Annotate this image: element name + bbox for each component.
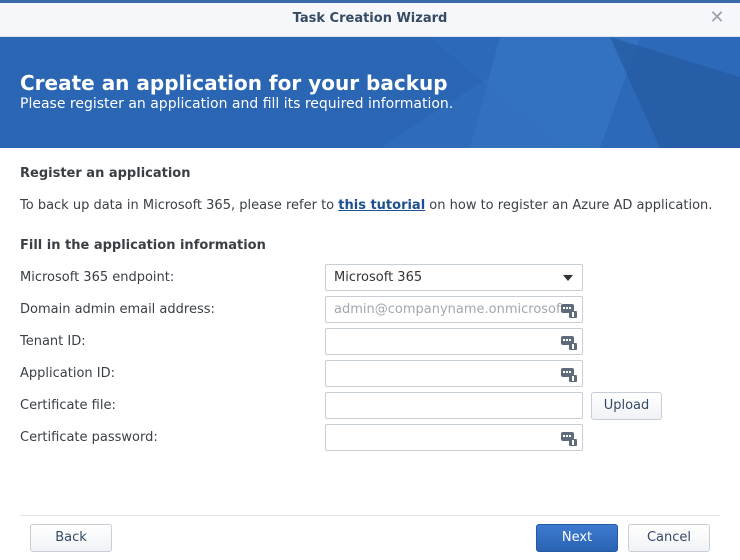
chevron-down-icon[interactable] [563,275,573,281]
certificate-password-label: Certificate password: [20,430,158,445]
banner-subtitle: Please register an application and fill … [20,96,454,112]
register-text-after: on how to register an Azure AD applicati… [425,198,713,213]
application-id-label: Application ID: [20,366,115,381]
back-button[interactable]: Back [30,524,112,552]
certificate-file-label: Certificate file: [20,398,116,413]
header-banner: Create an application for your backup Pl… [0,37,740,148]
upload-button[interactable]: Upload [591,392,662,420]
certificate-file-field[interactable] [325,392,583,419]
password-keyboard-icon[interactable] [561,334,577,350]
register-text-before: To back up data in Microsoft 365, please… [20,198,339,213]
form-heading: Fill in the application information [20,238,266,253]
endpoint-label: Microsoft 365 endpoint: [20,270,175,285]
email-field[interactable]: admin@companyname.onmicrosoft.com [325,296,583,323]
window-title: Task Creation Wizard [292,11,448,26]
banner-title: Create an application for your backup [20,71,448,95]
tenant-label: Tenant ID: [20,334,86,349]
certificate-password-field[interactable] [325,424,583,451]
register-heading: Register an application [20,166,191,181]
email-label: Domain admin email address: [20,302,215,317]
tenant-id-field[interactable] [325,328,583,355]
endpoint-select[interactable]: Microsoft 365 [325,264,583,291]
cancel-button[interactable]: Cancel [628,524,710,552]
close-icon[interactable]: ✕ [708,9,726,27]
title-bar: Task Creation Wizard ✕ [0,3,740,37]
password-keyboard-icon[interactable] [561,366,577,382]
endpoint-value: Microsoft 365 [334,270,423,285]
password-keyboard-icon[interactable] [561,430,577,446]
register-description: To back up data in Microsoft 365, please… [20,198,712,213]
tutorial-link[interactable]: this tutorial [338,198,425,213]
password-keyboard-icon[interactable] [561,302,577,318]
email-placeholder: admin@companyname.onmicrosoft.com [334,302,562,317]
next-button[interactable]: Next [536,524,618,552]
application-id-field[interactable] [325,360,583,387]
footer-divider [20,515,720,516]
